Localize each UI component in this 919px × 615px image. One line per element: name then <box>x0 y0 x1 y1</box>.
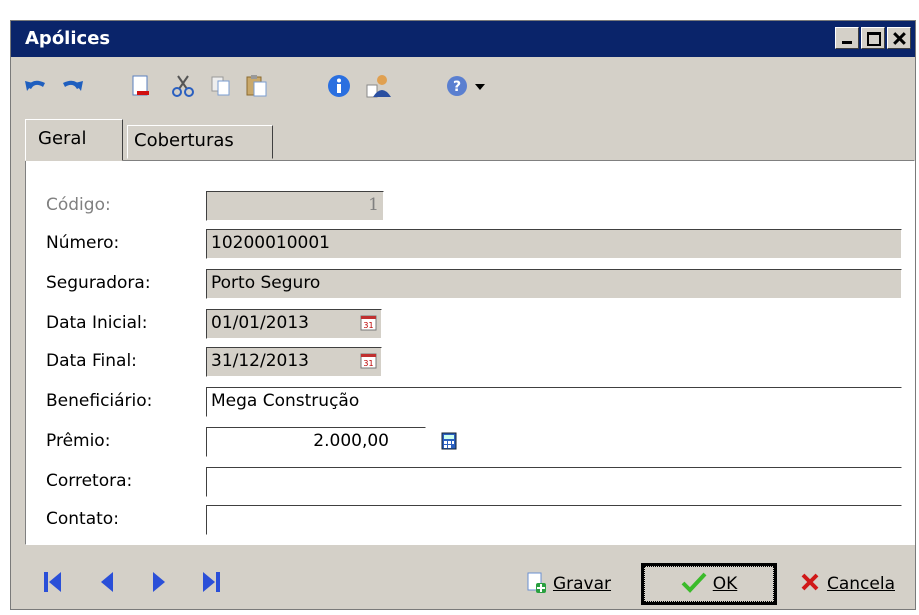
seguradora-field[interactable]: Porto Seguro <box>206 269 902 299</box>
info-icon[interactable] <box>325 73 353 99</box>
toolbar: ? <box>11 57 915 115</box>
title-bar[interactable]: Apólices <box>11 21 915 57</box>
tab-geral[interactable]: Geral <box>25 119 123 161</box>
copy-icon[interactable] <box>207 73 235 99</box>
data-inicial-label: Data Inicial: <box>46 313 148 333</box>
numero-label: Número: <box>46 233 120 253</box>
cancel-x-icon <box>799 571 821 598</box>
premio-label: Prêmio: <box>46 431 111 451</box>
numero-field[interactable]: 10200010001 <box>206 229 902 259</box>
calendar-icon[interactable]: 31 <box>360 352 378 370</box>
premio-row: Prêmio: 2.000,00 <box>26 427 914 459</box>
tab-coberturas[interactable]: Coberturas <box>127 125 273 159</box>
maximize-button[interactable] <box>861 27 885 49</box>
redo-icon[interactable] <box>57 73 85 99</box>
form-panel: Código: 1 Número: 10200010001 Seguradora… <box>25 160 915 545</box>
bottom-bar: Gravar OK Cancela <box>11 549 915 609</box>
codigo-label: Código: <box>46 195 111 215</box>
contato-label: Contato: <box>46 509 119 529</box>
contato-field[interactable] <box>206 505 902 535</box>
close-button[interactable] <box>887 27 911 49</box>
last-record-icon[interactable] <box>199 569 223 595</box>
window-controls <box>835 27 911 49</box>
data-inicial-row: Data Inicial: 01/01/2013 31 <box>26 309 914 341</box>
corretora-row: Corretora: <box>26 467 914 499</box>
check-icon <box>681 571 707 598</box>
svg-text:31: 31 <box>363 359 373 368</box>
premio-field[interactable]: 2.000,00 <box>206 427 426 457</box>
contato-row: Contato: <box>26 505 914 537</box>
paste-icon[interactable] <box>243 73 271 99</box>
ok-label: OK <box>712 574 738 594</box>
data-final-row: Data Final: 31/12/2013 31 <box>26 347 914 379</box>
ok-focus-ring: OK <box>644 566 774 602</box>
beneficiario-row: Beneficiário: Mega Construção <box>26 387 914 419</box>
ok-button[interactable]: OK <box>641 563 777 605</box>
save-icon <box>525 571 547 598</box>
previous-record-icon[interactable] <box>95 569 119 595</box>
tab-coberturas-label: Coberturas <box>134 130 234 151</box>
calendar-icon[interactable]: 31 <box>360 314 378 332</box>
seguradora-row: Seguradora: Porto Seguro <box>26 269 914 301</box>
user-document-icon[interactable] <box>365 73 393 99</box>
cancela-button[interactable]: Cancela <box>785 563 909 605</box>
dropdown-arrow-icon[interactable] <box>471 73 489 99</box>
help-icon[interactable]: ? <box>443 73 471 99</box>
calculator-icon[interactable] <box>440 432 458 450</box>
codigo-row: Código: 1 <box>26 191 914 223</box>
seguradora-label: Seguradora: <box>46 273 151 293</box>
minimize-button[interactable] <box>835 27 859 49</box>
gravar-label: Gravar <box>552 574 612 594</box>
gravar-button[interactable]: Gravar <box>507 563 629 605</box>
numero-row: Número: 10200010001 <box>26 229 914 261</box>
next-record-icon[interactable] <box>147 569 171 595</box>
first-record-icon[interactable] <box>41 569 65 595</box>
window-title: Apólices <box>25 28 111 49</box>
corretora-field[interactable] <box>206 467 902 497</box>
data-final-label: Data Final: <box>46 351 137 371</box>
svg-text:?: ? <box>453 79 461 95</box>
new-document-icon[interactable] <box>127 73 155 99</box>
codigo-field: 1 <box>206 191 384 221</box>
beneficiario-field[interactable]: Mega Construção <box>206 387 902 417</box>
beneficiario-label: Beneficiário: <box>46 391 153 411</box>
data-final-field[interactable]: 31/12/2013 <box>206 347 382 377</box>
cancela-label: Cancela <box>826 574 895 594</box>
data-inicial-field[interactable]: 01/01/2013 <box>206 309 382 339</box>
apolices-window: Apólices ? Geral Coberturas Código: 1 Nú… <box>10 20 916 610</box>
svg-text:31: 31 <box>363 321 373 330</box>
tab-geral-label: Geral <box>38 128 87 149</box>
undo-icon[interactable] <box>23 73 51 99</box>
cut-icon[interactable] <box>169 73 197 99</box>
corretora-label: Corretora: <box>46 471 133 491</box>
